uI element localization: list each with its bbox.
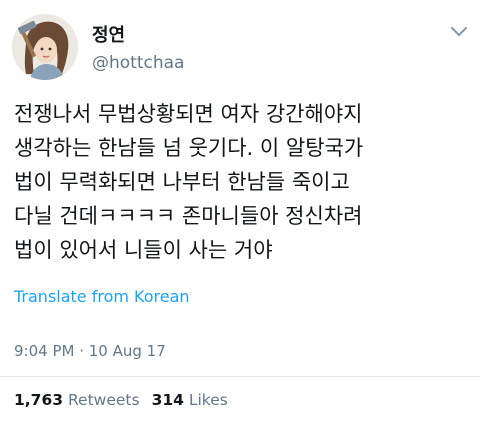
avatar-illustration	[12, 14, 78, 80]
retweets-label: Retweets	[67, 391, 140, 409]
author-name[interactable]: 정연	[92, 21, 125, 47]
avatar[interactable]	[12, 14, 78, 80]
tweet-text-line: 법이 무력화되면 나부터 한남들 죽이고	[14, 170, 350, 194]
chevron-down-icon[interactable]	[449, 24, 469, 38]
divider	[0, 376, 480, 377]
retweets-count: 1,763	[14, 391, 64, 409]
tweet-card: 정연 @hottchaa 전쟁나서 무법상황되면 여자 강간해야지 생각하는 한…	[0, 0, 480, 425]
tweet-text-line: 생각하는 한남들 넘 웃기다. 이 알탕국가	[14, 136, 364, 160]
tweet-text-line: 다닐 건데ㅋㅋㅋㅋ 존마니들아 정신차려	[14, 204, 363, 228]
likes-count: 314	[151, 391, 184, 409]
retweets-stat[interactable]: 1,763 Retweets	[14, 391, 140, 409]
translate-link[interactable]: Translate from Korean	[14, 287, 190, 306]
likes-stat[interactable]: 314 Likes	[152, 391, 228, 409]
author-handle[interactable]: @hottchaa	[92, 53, 184, 73]
tweet-text-line: 법이 있어서 니들이 사는 거야	[14, 238, 273, 262]
tweet-timestamp[interactable]: 9:04 PM · 10 Aug 17	[14, 342, 166, 360]
engagement-stats: 1,763 Retweets 314 Likes	[14, 391, 228, 409]
tweet-text: 전쟁나서 무법상황되면 여자 강간해야지 생각하는 한남들 넘 웃기다. 이 알…	[14, 97, 474, 267]
likes-label: Likes	[188, 391, 228, 409]
tweet-text-line: 전쟁나서 무법상황되면 여자 강간해야지	[14, 102, 363, 126]
